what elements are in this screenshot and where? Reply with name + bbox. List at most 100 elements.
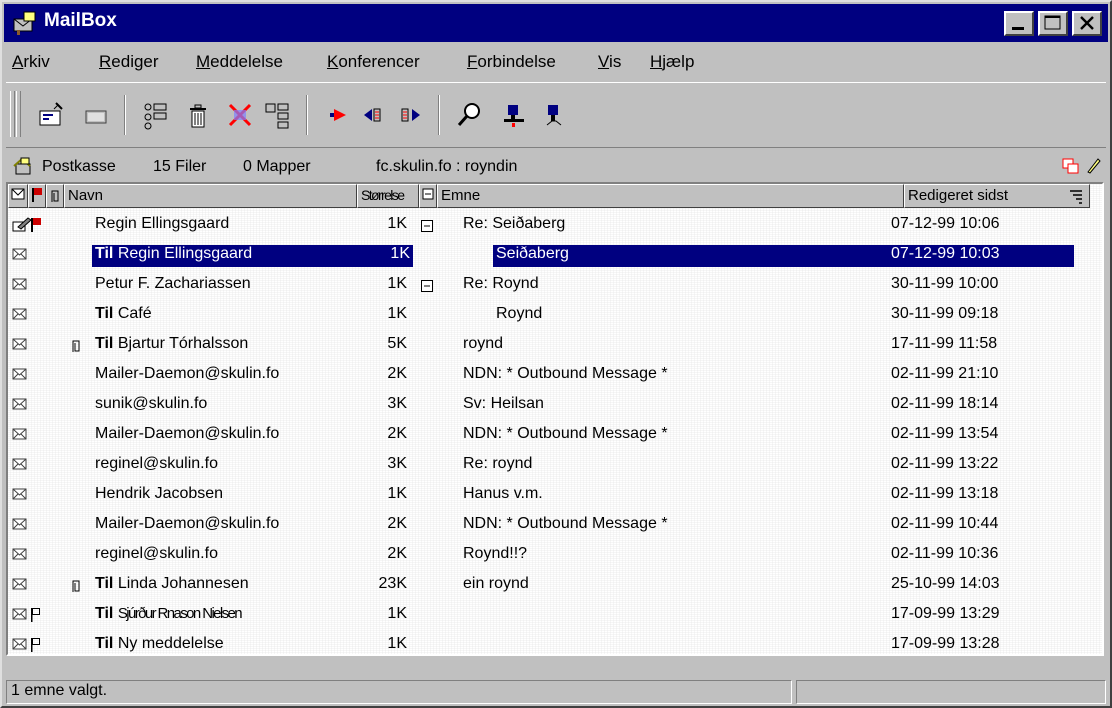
envelope-icon [12, 638, 27, 650]
minimize-icon [1012, 27, 1024, 30]
user-alt-icon[interactable] [538, 99, 570, 131]
reply-icon[interactable] [324, 99, 356, 131]
message-date: 07-12-99 10:03 [888, 245, 1074, 267]
message-size: 1K [387, 275, 407, 292]
to-prefix: Til [95, 575, 118, 592]
status-icon-wrap [12, 487, 28, 506]
open-folder-icon[interactable] [80, 99, 112, 131]
address-book-icon[interactable] [140, 99, 172, 131]
message-size: 2K [387, 425, 407, 442]
column-thread-toggle[interactable] [419, 184, 437, 208]
message-subject: NDN: * Outbound Message * [463, 515, 668, 532]
sender-name: sunik@skulin.fo [95, 395, 207, 417]
envelope-icon [12, 398, 27, 410]
maximize-button[interactable] [1038, 11, 1068, 36]
message-subject: Seiðaberg [493, 245, 899, 267]
flag-outline-icon [31, 638, 40, 652]
to-prefix: Til [95, 305, 118, 322]
message-row[interactable]: Til Linda Johannesen 23K ein roynd 25-10-99… [8, 570, 1102, 600]
message-size: 2K [387, 515, 407, 532]
delete-mark-icon[interactable] [224, 99, 256, 131]
attachment-wrap [70, 337, 82, 358]
message-subject: Re: Seiðaberg [463, 215, 566, 232]
message-date: 30-11-99 09:18 [891, 305, 999, 322]
message-row[interactable]: Til Bjartur Tórhalsson 5K roynd 17-11-99 11… [8, 330, 1102, 360]
message-size: 1K [387, 305, 407, 322]
user-icon[interactable] [498, 99, 530, 131]
thread-toggle[interactable] [421, 219, 433, 237]
toolbar-grip[interactable] [10, 91, 15, 137]
new-message-icon[interactable] [36, 99, 68, 131]
sender-name-text: Mailer-Daemon@skulin.fo [95, 425, 280, 442]
title-bar[interactable]: MailBox [4, 4, 1108, 42]
flag-wrap[interactable] [30, 217, 42, 238]
toolbar-grip[interactable] [16, 91, 21, 137]
windows-icon[interactable] [1062, 158, 1080, 174]
toolbar-separator [438, 95, 440, 135]
message-row[interactable]: Regin Ellingsgaard 1K Re: Seiðaberg 07-12-9… [8, 210, 1102, 240]
column-subject[interactable]: Emne [437, 184, 904, 208]
message-row[interactable]: Til Sjúrður Rnason Nielsen 1K 17-09-99 13:… [8, 600, 1102, 630]
sender-name-text: reginel@skulin.fo [95, 545, 218, 562]
minimize-button[interactable] [1004, 11, 1034, 36]
message-row[interactable]: Hendrik Jacobsen 1K Hanus v.m. 02-11-99 13:… [8, 480, 1102, 510]
next-icon[interactable] [394, 99, 426, 131]
message-date: 02-11-99 13:22 [891, 455, 999, 472]
message-size: 23K [378, 575, 407, 592]
pen-icon [12, 217, 32, 232]
column-name[interactable]: Navn [64, 184, 357, 208]
message-row[interactable]: Petur F. Zachariassen 1K Re: Roynd 30-11-99… [8, 270, 1102, 300]
sender-name: Til Café [95, 305, 152, 327]
flag-wrap[interactable] [30, 637, 42, 654]
menu-hjaelp[interactable]: Hjælp [650, 52, 694, 72]
menu-meddelelse[interactable]: Meddelelse [196, 52, 283, 72]
search-icon[interactable] [454, 99, 486, 131]
sender-name-text: Café [117, 305, 152, 322]
column-size[interactable]: Størrelse [357, 184, 419, 208]
menu-forbindelse[interactable]: Forbindelse [467, 52, 556, 72]
attachment-icon [72, 340, 80, 352]
status-icon-wrap [12, 427, 28, 446]
envelope-icon [12, 368, 27, 380]
to-prefix: Til [95, 335, 118, 352]
status-text: 1 emne valgt. [6, 680, 792, 704]
message-row[interactable]: reginel@skulin.fo 2K Roynd!!? 02-11-99 10:3… [8, 540, 1102, 570]
message-row[interactable]: reginel@skulin.fo 3K Re: roynd 02-11-99 13:… [8, 450, 1102, 480]
column-flag[interactable] [28, 184, 46, 208]
message-row[interactable]: sunik@skulin.fo 3K Sv: Heilsan 02-11-99 18:… [8, 390, 1102, 420]
status-icon-wrap [12, 367, 28, 386]
menu-vis[interactable]: Vis [598, 52, 621, 72]
menu-arkiv[interactable]: Arkiv [12, 52, 50, 72]
to-prefix: Til [95, 635, 118, 652]
message-row[interactable]: Til Café 1K Roynd 30-11-99 09:18 [8, 300, 1102, 330]
flag-wrap[interactable] [30, 607, 42, 628]
column-chooser-icon[interactable] [1068, 188, 1084, 204]
status-icon-wrap [12, 247, 28, 266]
menu-rediger[interactable]: Rediger [99, 52, 159, 72]
column-date[interactable]: Redigeret sidst [904, 184, 1090, 208]
message-row[interactable]: Mailer-Daemon@skulin.fo 2K NDN: * Outbound… [8, 420, 1102, 450]
message-row[interactable]: Til Ny meddelelse 1K 17-09-99 13:28 [8, 630, 1102, 654]
message-row[interactable]: Mailer-Daemon@skulin.fo 2K NDN: * Outbound… [8, 510, 1102, 540]
status-bar: 1 emne valgt. [6, 680, 1106, 704]
properties-icon[interactable] [262, 99, 294, 131]
trash-icon[interactable] [182, 99, 214, 131]
thread-toggle[interactable] [421, 279, 433, 297]
column-read-status[interactable] [8, 184, 28, 208]
message-row[interactable]: Mailer-Daemon@skulin.fo 2K NDN: * Outbound… [8, 360, 1102, 390]
close-icon [1080, 16, 1094, 30]
message-subject: NDN: * Outbound Message * [463, 365, 668, 382]
message-date: 02-11-99 18:14 [891, 395, 999, 412]
message-size: 1K [387, 485, 407, 502]
close-button[interactable] [1072, 11, 1102, 36]
message-subject: Roynd [496, 305, 543, 322]
toolbar-separator [124, 95, 126, 135]
column-attachment[interactable] [46, 184, 64, 208]
sender-name: Hendrik Jacobsen [95, 485, 223, 507]
menu-konferencer[interactable]: Konferencer [327, 52, 420, 72]
message-size: 2K [387, 365, 407, 382]
edit-pen-icon[interactable] [1084, 156, 1102, 174]
attachment-icon [51, 190, 59, 202]
message-row[interactable]: Til Regin Ellingsgaard 1K Seiðaberg 07-12-9… [8, 240, 1102, 270]
previous-icon[interactable] [358, 99, 390, 131]
